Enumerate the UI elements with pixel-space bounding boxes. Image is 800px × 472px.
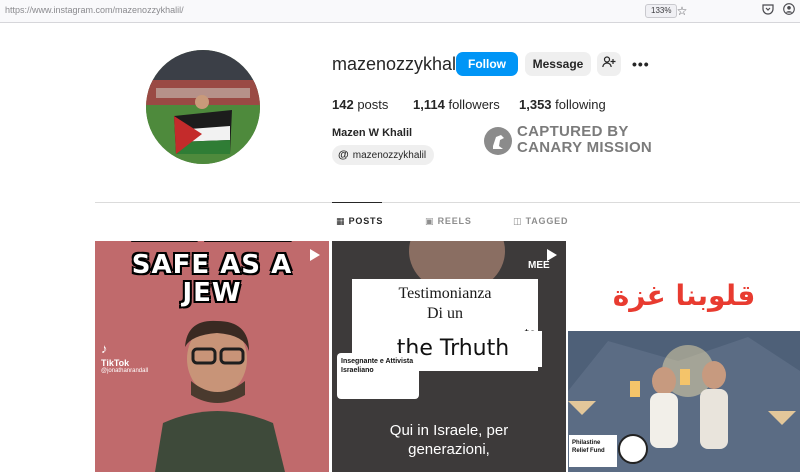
following-stat[interactable]: 1,353 following — [519, 97, 606, 112]
relief-fund-line1: Philastine — [572, 440, 601, 446]
message-button[interactable]: Message — [525, 52, 591, 76]
threads-handle: mazenozzykhalil — [352, 150, 427, 161]
follow-button[interactable]: Follow — [456, 52, 518, 76]
relief-fund-logo-icon — [618, 434, 648, 464]
tab-reels-label: REELS — [437, 216, 472, 226]
following-label: following — [555, 97, 606, 112]
post2-label-line1: Insegnante e Attivista — [341, 358, 414, 365]
posts-label: posts — [357, 97, 389, 112]
watermark-line2: CANARY MISSION — [517, 139, 653, 156]
profile-avatar[interactable] — [146, 50, 260, 164]
threads-icon: @ — [338, 149, 349, 161]
followers-stat[interactable]: 1,114 followers — [413, 97, 500, 112]
post2-subtitle2: generazioni, — [408, 441, 490, 458]
tiktok-handle: @jonathanrandall — [101, 368, 149, 374]
suggested-users-button[interactable] — [597, 52, 621, 76]
tab-posts-label: POSTS — [348, 216, 384, 226]
tab-tagged[interactable]: ◫ TAGGED — [513, 216, 568, 227]
address-bar[interactable]: https://www.instagram.com/mazenozzykhali… — [5, 5, 184, 15]
bookmark-star-icon[interactable]: ☆ — [674, 3, 690, 19]
add-user-icon — [602, 56, 616, 68]
post2-label-line2: Israeliano — [341, 367, 374, 374]
threads-link[interactable]: @ mazenozzykhalil — [332, 145, 435, 165]
pocket-icon[interactable] — [760, 3, 776, 19]
tabs-divider — [95, 202, 800, 203]
tiktok-name: TikTok — [101, 358, 130, 368]
tagged-icon: ◫ — [513, 216, 523, 226]
reel-play-icon — [547, 249, 557, 261]
tab-posts[interactable]: ▦ POSTS — [336, 216, 383, 227]
post-tile-2[interactable]: MEE Testimonianza Di un te the Trhuth In… — [332, 241, 566, 472]
more-options-icon[interactable]: ••• — [632, 57, 650, 71]
post1-line1: SAFE AS A — [131, 250, 293, 280]
watermark-line1: CAPTURED BY — [517, 123, 629, 140]
profile-full-name: Mazen W Khalil — [332, 127, 413, 139]
post2-line1: Testimonianza — [398, 285, 492, 302]
url-prefix: https://www. — [5, 5, 54, 15]
followers-label: followers — [448, 97, 500, 112]
url-path: /mazenozzykhalil/ — [112, 5, 184, 15]
browser-toolbar: https://www.instagram.com/mazenozzykhali… — [0, 0, 800, 23]
reel-play-icon — [310, 249, 320, 261]
account-icon[interactable] — [781, 3, 797, 19]
relief-fund-line2: Relief Fund — [572, 448, 605, 454]
tiktok-watermark: ♪ TikTok @jonathanrandall — [101, 341, 148, 374]
post1-person-image — [155, 320, 285, 472]
post-tile-1[interactable]: ▀▀▀ ▀▀▀▀ SAFE AS A JEW ♪ TikTok @jonatha… — [95, 241, 329, 472]
following-count: 1,353 — [519, 97, 552, 112]
canary-logo-icon — [484, 127, 512, 155]
post-tile-3[interactable]: قلوبنا غزة Philastine Relief Fund — [568, 241, 800, 472]
tab-tagged-label: TAGGED — [525, 216, 569, 226]
grid-icon: ▦ — [336, 216, 346, 226]
post1-line2: JEW — [182, 278, 242, 308]
reel-play-icon — [781, 249, 791, 261]
relief-fund-badge: Philastine Relief Fund — [569, 435, 617, 467]
reels-icon: ▣ — [425, 216, 435, 226]
post2-subtitle1: Qui in Israele, per — [389, 422, 509, 439]
zoom-level[interactable]: 133% — [645, 4, 678, 18]
watermark-text: CAPTURED BY CANARY MISSION — [517, 124, 652, 156]
post2-lower-third: Insegnante e Attivista Israeliano — [337, 353, 419, 399]
profile-username: mazenozzykhalil — [332, 54, 465, 74]
url-host: instagram.com — [53, 5, 113, 15]
followers-count: 1,114 — [413, 97, 445, 112]
active-tab-indicator — [332, 202, 382, 203]
post2-line2: Di un — [427, 305, 463, 322]
tab-reels[interactable]: ▣ REELS — [425, 216, 472, 227]
posts-count: 142 — [332, 97, 354, 112]
post3-arabic-title: قلوبنا غزة — [612, 279, 756, 312]
tiktok-icon: ♪ — [101, 341, 108, 356]
posts-stat[interactable]: 142 posts — [332, 97, 388, 112]
canary-mission-watermark: CAPTURED BY CANARY MISSION — [484, 124, 674, 158]
